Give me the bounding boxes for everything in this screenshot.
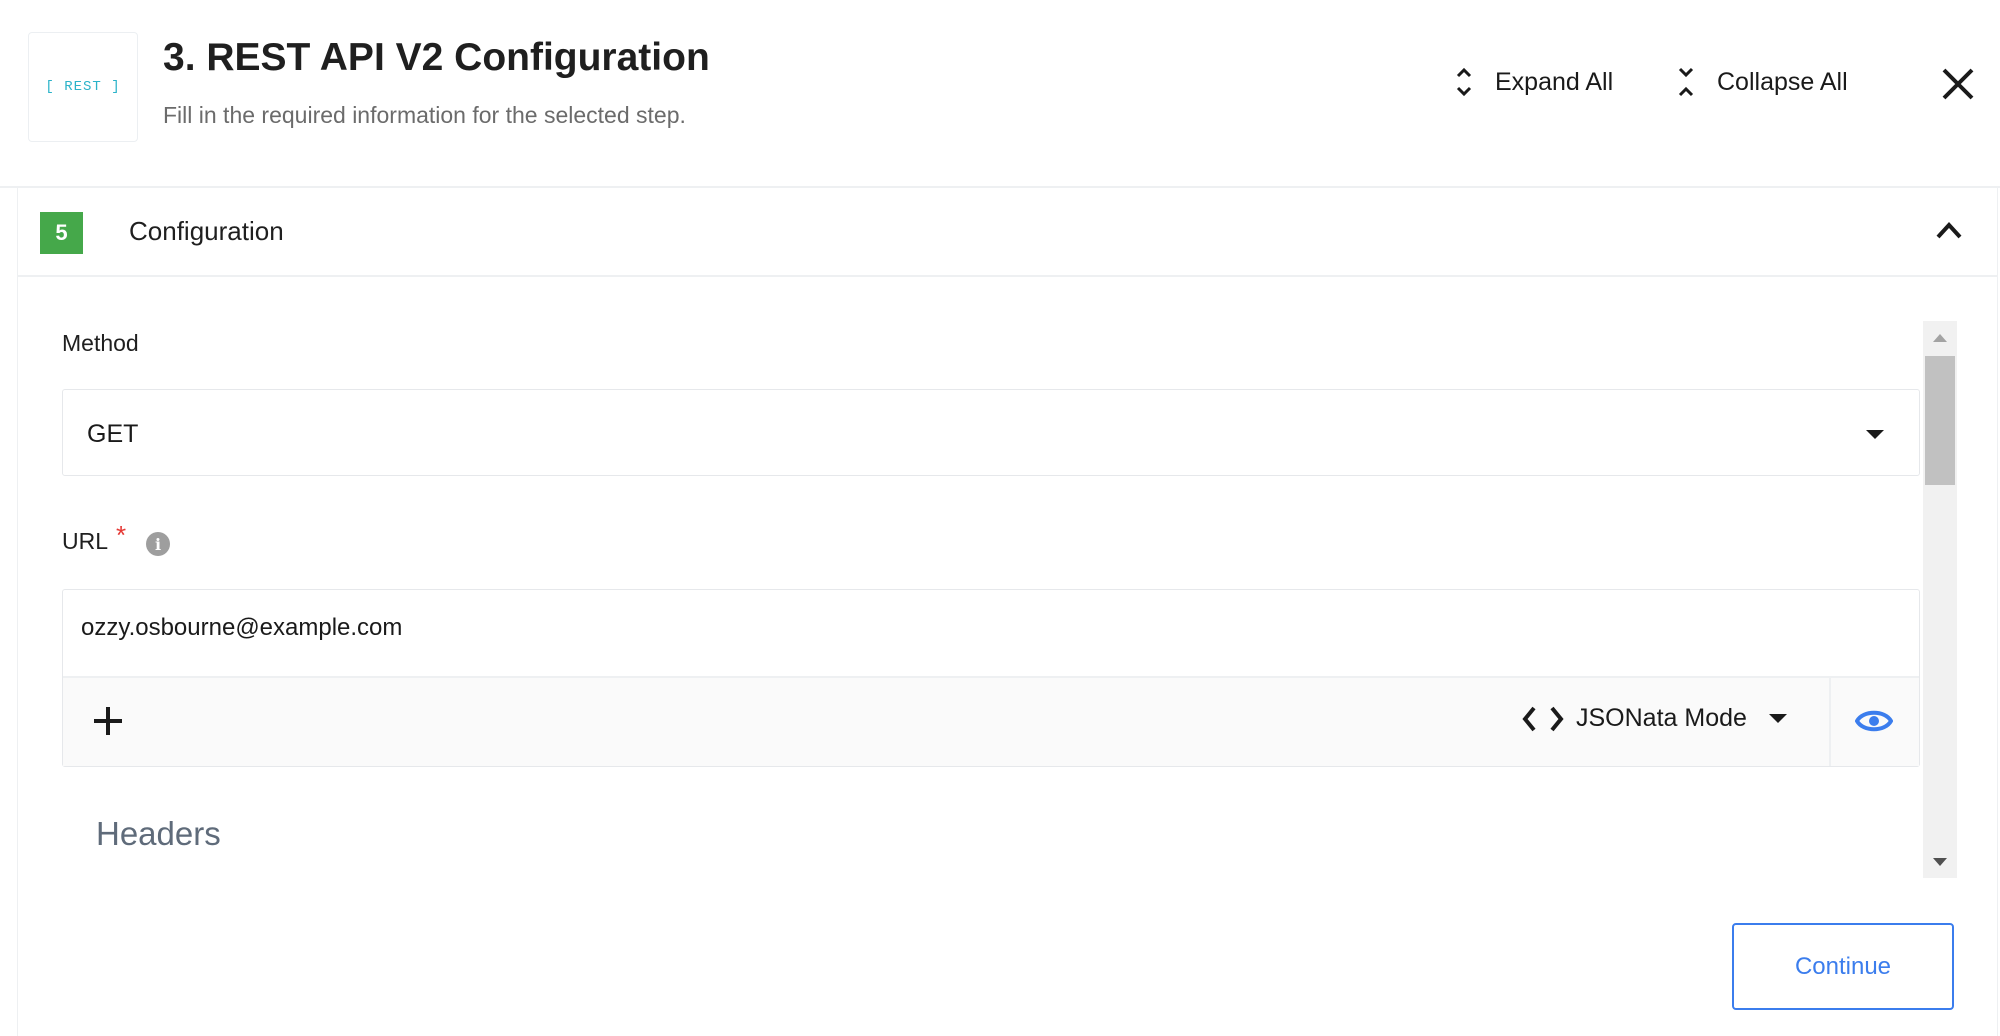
- method-value: GET: [87, 420, 139, 448]
- page-subtitle: Fill in the required information for the…: [163, 102, 686, 128]
- info-icon[interactable]: i: [146, 532, 170, 556]
- required-asterisk: *: [116, 520, 127, 550]
- scroll-up-arrow-icon[interactable]: [1933, 334, 1947, 342]
- logo-text: [ REST ]: [45, 79, 121, 95]
- url-label: URL: [62, 528, 109, 554]
- toolbar-divider: [1829, 678, 1831, 766]
- continue-button[interactable]: Continue: [1732, 923, 1954, 1010]
- method-label: Method: [62, 330, 139, 356]
- rest-logo: [ REST ]: [28, 32, 138, 142]
- method-select[interactable]: [62, 389, 1920, 476]
- close-icon[interactable]: [1940, 66, 1976, 102]
- expand-all-button[interactable]: Expand All: [1455, 66, 1613, 98]
- expand-all-label: Expand All: [1495, 67, 1614, 96]
- section-header[interactable]: [17, 188, 1998, 277]
- caret-down-icon: [1768, 714, 1787, 723]
- chevron-up-icon[interactable]: [1934, 218, 1964, 242]
- headers-section-title: Headers: [96, 815, 221, 852]
- caret-down-icon: [1866, 430, 1884, 439]
- mode-label: JSONata Mode: [1576, 704, 1747, 732]
- section-title: Configuration: [129, 216, 284, 246]
- eye-icon[interactable]: [1855, 706, 1893, 736]
- collapse-all-label: Collapse All: [1717, 67, 1848, 96]
- expand-icon: [1456, 67, 1472, 97]
- collapse-all-button[interactable]: Collapse All: [1677, 66, 1848, 98]
- scroll-down-arrow-icon[interactable]: [1933, 858, 1947, 866]
- plus-icon[interactable]: [92, 705, 124, 737]
- collapse-icon: [1678, 67, 1694, 97]
- code-icon: [1522, 706, 1564, 731]
- page-title: 3. REST API V2 Configuration: [163, 36, 710, 79]
- scrollbar-thumb[interactable]: [1925, 356, 1955, 485]
- url-input[interactable]: [62, 589, 1920, 676]
- jsonata-mode-dropdown[interactable]: JSONata Mode: [1522, 704, 1787, 733]
- step-number-badge: 5: [40, 212, 83, 254]
